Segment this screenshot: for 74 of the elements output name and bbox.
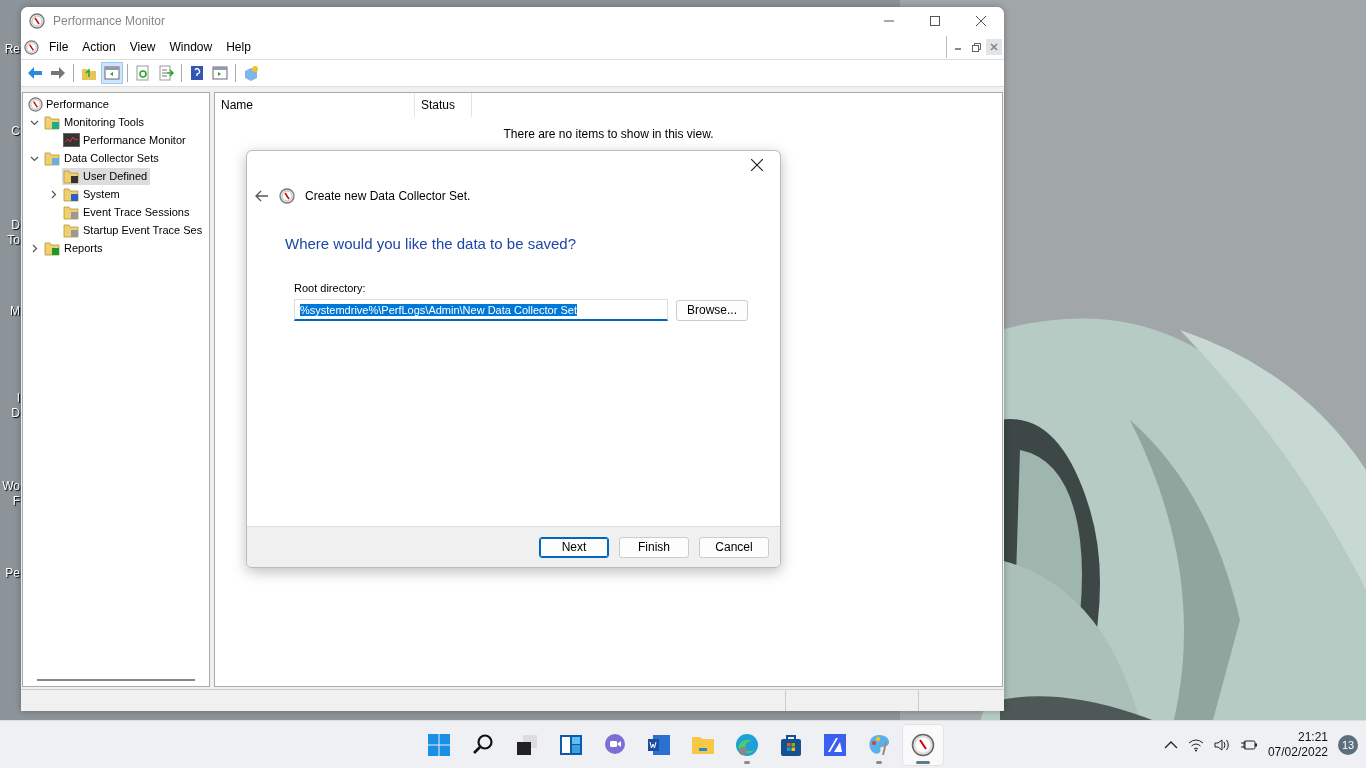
dialog-button[interactable]: Cancel	[699, 536, 769, 558]
app-icon	[29, 13, 45, 29]
close-icon	[976, 16, 986, 26]
folder-up-icon	[81, 65, 97, 81]
tree-item[interactable]: Data Collector Sets	[43, 149, 162, 167]
field-label: Root directory:	[294, 282, 367, 294]
close-icon	[751, 159, 763, 171]
tree-item[interactable]: Event Trace Sessions	[62, 203, 193, 221]
column-header[interactable]: Status	[415, 93, 472, 117]
forward-arrow-icon	[50, 65, 66, 81]
folder-icon	[44, 240, 61, 256]
folder-icon	[63, 186, 80, 202]
restore-icon	[971, 42, 981, 52]
close-icon	[990, 43, 998, 51]
tree-item[interactable]: User Defined	[62, 167, 151, 185]
paint-palette-icon	[867, 733, 891, 757]
column-header[interactable]: Name	[215, 93, 415, 117]
chevron-up-icon[interactable]	[1163, 740, 1178, 750]
time-text: 21:21	[1297, 730, 1328, 745]
widgets-icon	[559, 733, 583, 757]
folder-icon	[63, 222, 80, 238]
folder-icon	[63, 204, 80, 220]
menu-item[interactable]: Window	[162, 40, 220, 54]
date-text: 07/02/2022	[1267, 745, 1328, 760]
input-field[interactable]: %systemdrive%\PerfLogs\Admin\New Data Collector Set	[294, 299, 668, 321]
gauge-icon	[279, 188, 295, 204]
app-icon	[823, 733, 847, 757]
task-view-icon	[515, 733, 539, 757]
tree-item[interactable]: System	[62, 185, 123, 203]
tree-item[interactable]: Performance Monitor	[62, 131, 189, 149]
tree-item[interactable]: Startup Event Trace Ses	[62, 221, 206, 239]
app-menu-icon	[24, 39, 39, 55]
folder-icon	[44, 114, 61, 130]
new-set-icon	[243, 65, 259, 81]
help-icon	[189, 65, 205, 81]
empty-message: There are no items to show in this view.	[502, 127, 715, 141]
menu-item[interactable]: File	[42, 40, 76, 54]
menu-item[interactable]: View	[122, 40, 163, 54]
dialog-button[interactable]: Finish	[619, 536, 689, 558]
dialog-heading: Where would you like the data to be saved?	[285, 235, 577, 252]
tree-item[interactable]: Reports	[43, 239, 106, 257]
gauge-icon	[28, 96, 43, 112]
dialog-button[interactable]: Next	[539, 536, 609, 558]
gauge-icon	[911, 733, 935, 757]
export-list-icon	[158, 65, 174, 81]
video-chat-icon	[603, 733, 627, 757]
store-bag-icon	[779, 733, 803, 757]
folder-icon	[63, 168, 80, 184]
back-arrow-icon[interactable]	[255, 190, 269, 202]
refresh-icon	[135, 65, 151, 81]
dialog-title: Create new Data Collector Set.	[305, 189, 471, 203]
window-title: Performance Monitor	[53, 14, 167, 28]
volume-icon[interactable]	[1213, 738, 1230, 752]
battery-charging-icon[interactable]	[1239, 738, 1258, 752]
clock[interactable]: 21:21 07/02/2022	[1267, 730, 1328, 760]
back-arrow-icon	[27, 65, 43, 81]
menu-item[interactable]: Help	[219, 40, 258, 54]
scrollbar-thumb[interactable]	[37, 679, 195, 681]
folder-icon	[44, 150, 61, 166]
chart-icon	[63, 133, 80, 147]
tree-item[interactable]: Monitoring Tools	[43, 113, 147, 131]
toolbar-button[interactable]	[101, 62, 123, 84]
notification-badge[interactable]: 13	[1338, 735, 1358, 755]
wifi-icon[interactable]	[1187, 738, 1204, 752]
menu-item[interactable]: Action	[75, 40, 123, 54]
maximize-icon	[930, 16, 940, 26]
console-tree-icon	[104, 65, 120, 81]
tree-item[interactable]: Performance	[27, 95, 112, 113]
start-icon	[427, 733, 451, 757]
document-app-icon	[647, 733, 671, 757]
close-button[interactable]	[986, 39, 1002, 55]
action-pane-icon	[212, 65, 228, 81]
browse-button[interactable]: Browse...	[676, 299, 748, 321]
browser-icon	[735, 733, 759, 757]
